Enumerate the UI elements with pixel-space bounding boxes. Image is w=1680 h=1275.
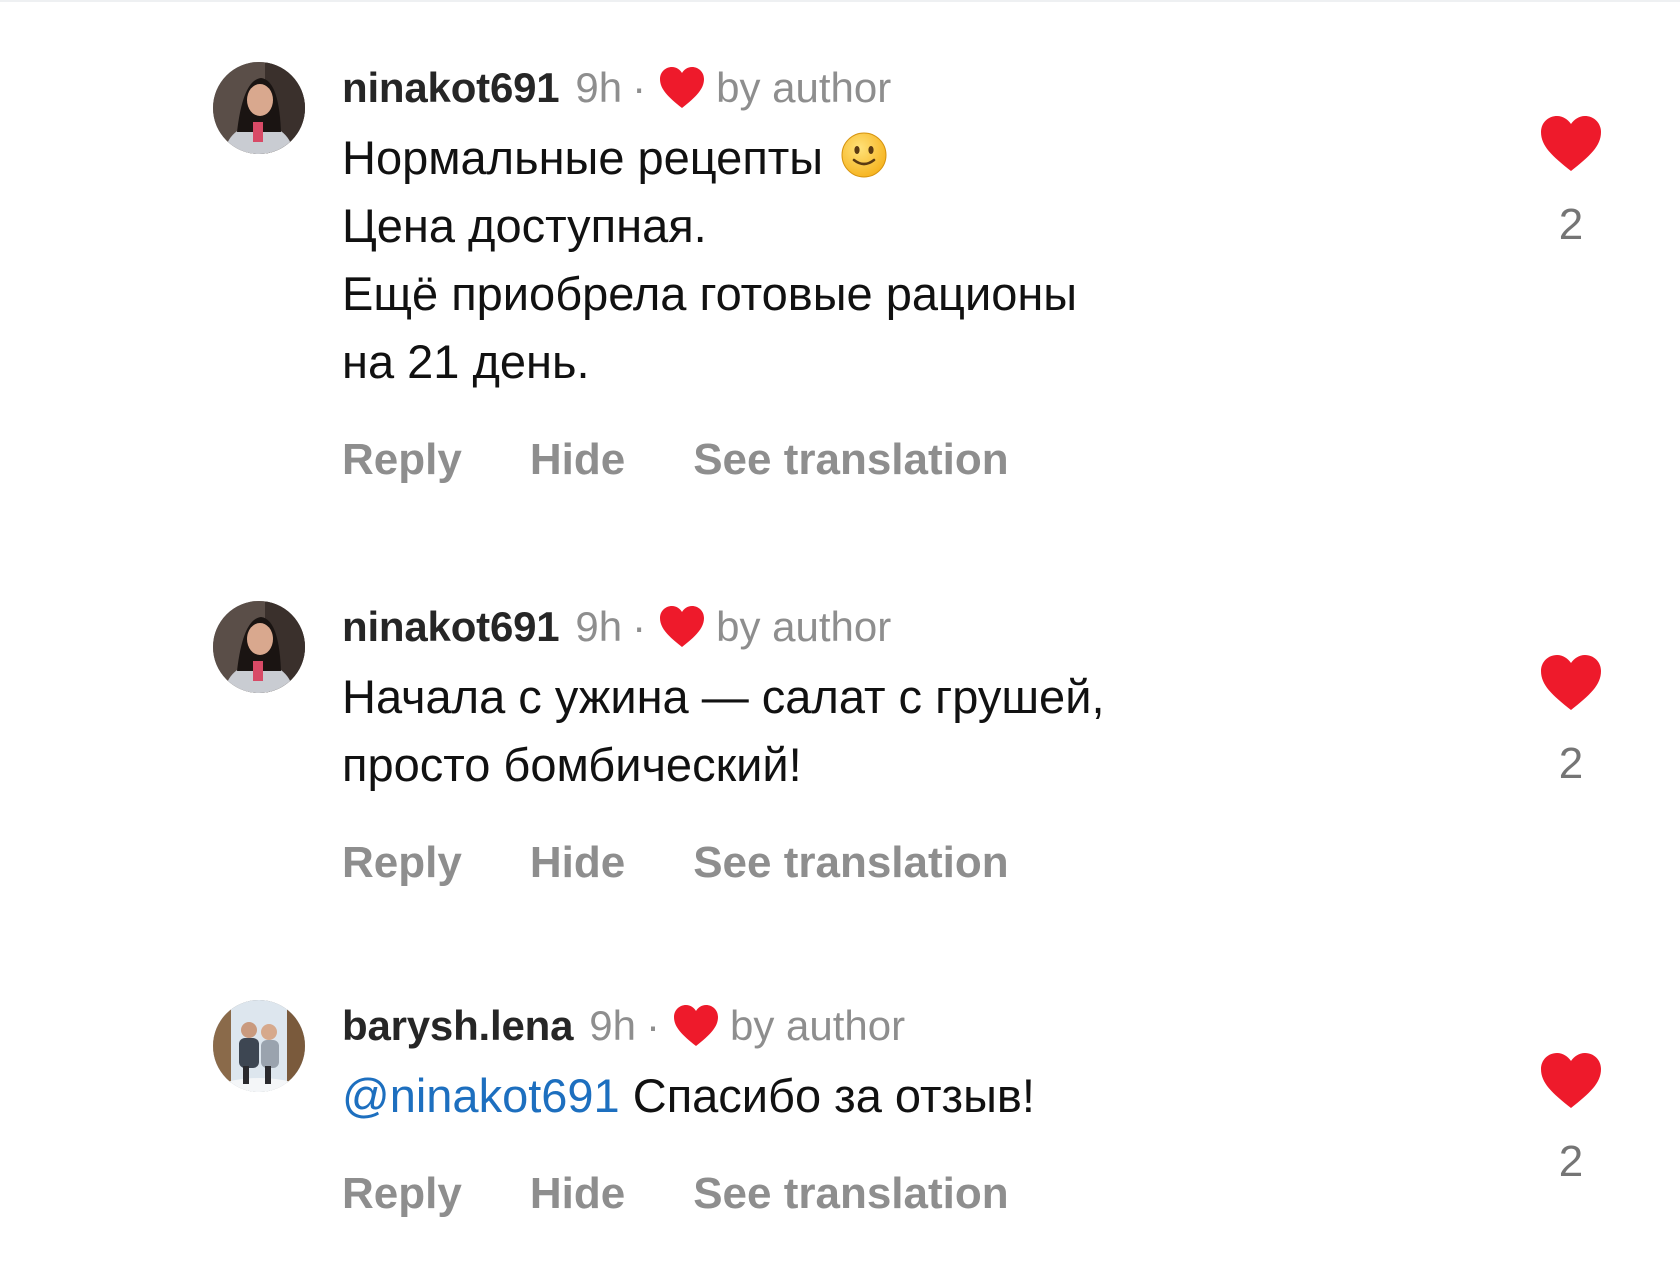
username[interactable]: ninakot691 [342,62,560,114]
separator: · [632,64,647,111]
like-count: 2 [1558,200,1584,249]
separator: · [645,1002,660,1049]
like-count: 2 [1558,1137,1584,1186]
like-control: 2 [1539,115,1603,251]
comment-text: Начала с ужина — салат с грушей, просто … [342,663,1680,799]
avatar-photo-icon [213,62,305,154]
username[interactable]: barysh.lena [342,1000,573,1052]
timestamp: 9h [589,1002,636,1049]
hide-button[interactable]: Hide [530,837,625,889]
timestamp: 9h [575,603,623,650]
comment-line: просто бомбический! [342,738,802,791]
avatar[interactable] [213,1000,305,1092]
comment-line: @ninakot691 Спасибо за отзыв! [342,1062,1680,1130]
comment-line-text: Спасибо за отзыв! [632,1069,1035,1122]
avatar[interactable] [213,601,305,693]
smiling-face-emoji-icon [839,130,889,180]
hide-button[interactable]: Hide [530,434,625,486]
see-translation-button[interactable]: See translation [693,434,1008,486]
reply-button[interactable]: Reply [342,1168,462,1220]
comment-meta: ninakot691 9h · by author [342,62,1680,114]
separator: · [632,603,647,650]
liked-by-author-label: by author [716,64,892,111]
comment-meta: ninakot691 9h · by author [342,601,1680,653]
like-control: 2 [1539,1052,1603,1188]
like-count: 2 [1558,739,1584,788]
reply-button[interactable]: Reply [342,837,462,889]
heart-icon [672,1004,720,1048]
comment-line-text: Нормальные рецепты [342,131,824,184]
comment-text: Нормальные рецепты Цена доступная. Ещё п… [342,124,1680,396]
reply-button[interactable]: Reply [342,434,462,486]
hide-button[interactable]: Hide [530,1168,625,1220]
like-heart-icon[interactable] [1539,654,1603,712]
mention-link[interactable]: @ninakot691 [342,1069,620,1122]
like-heart-icon[interactable] [1539,1052,1603,1110]
heart-icon [658,66,706,110]
comment-actions: Reply Hide See translation [342,837,1680,889]
like-control: 2 [1539,654,1603,790]
comment-line: Ещё приобрела готовые рационы [342,267,1078,320]
comment-meta: barysh.lena 9h · by author [342,1000,1680,1052]
comment-line: на 21 день. [342,335,590,388]
avatar-photo-icon [213,601,305,693]
comment-actions: Reply Hide See translation [342,434,1680,486]
comment-actions: Reply Hide See translation [342,1168,1680,1220]
like-heart-icon[interactable] [1539,115,1603,173]
heart-icon [658,605,706,649]
liked-by-author-label: by author [716,603,892,650]
username[interactable]: ninakot691 [342,601,560,653]
top-divider [0,0,1680,2]
comment-line: Нормальные рецепты [342,124,1680,192]
liked-by-author-label: by author [729,1002,906,1049]
see-translation-button[interactable]: See translation [693,837,1008,889]
avatar[interactable] [213,62,305,154]
comment-line: Начала с ужина — салат с грушей, [342,670,1105,723]
avatar-photo-icon [213,1000,305,1092]
comment-line: Цена доступная. [342,199,707,252]
timestamp: 9h [575,64,623,111]
see-translation-button[interactable]: See translation [693,1168,1008,1220]
comment-text: @ninakot691 Спасибо за отзыв! [342,1062,1680,1130]
